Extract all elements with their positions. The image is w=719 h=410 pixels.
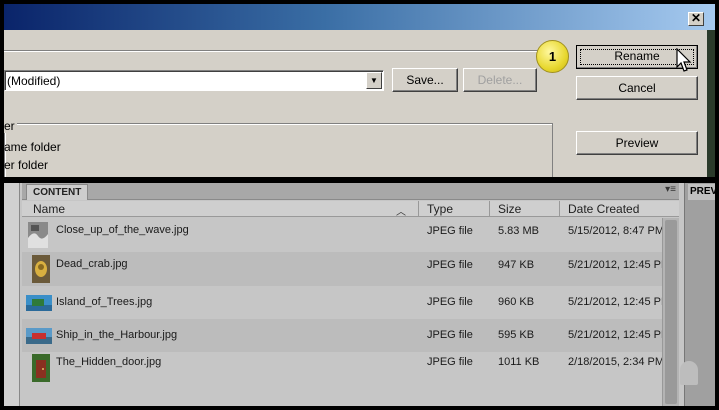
thumbnail-crab xyxy=(32,255,50,283)
table-row[interactable]: Close_up_of_the_wave.jpg JPEG file 5.83 … xyxy=(22,218,665,252)
sort-ascending-icon[interactable]: ︿ xyxy=(396,203,406,218)
column-divider xyxy=(559,201,560,217)
left-panel-strip xyxy=(4,183,20,406)
dropdown-arrow-icon[interactable]: ▼ xyxy=(366,72,382,89)
groupbox-label: er xyxy=(4,119,17,133)
option-folder[interactable]: folder xyxy=(4,176,34,177)
column-divider xyxy=(418,201,419,217)
option-same-folder[interactable]: ame folder xyxy=(4,140,61,154)
thumbnail-door xyxy=(32,354,50,382)
scrollbar-thumb[interactable] xyxy=(665,220,677,404)
rename-dialog: ✕ (Modified) ▼ Save... Delete... 1 Renam… xyxy=(4,4,715,177)
delete-preset-button[interactable]: Delete... xyxy=(463,68,537,92)
save-preset-button[interactable]: Save... xyxy=(392,68,458,92)
file-name: Dead_crab.jpg xyxy=(56,258,128,270)
panel-menu-icon[interactable]: ▾≡ xyxy=(665,184,676,195)
file-size: 5.83 MB xyxy=(498,225,539,237)
vertical-scrollbar[interactable] xyxy=(662,218,679,406)
tab-preview[interactable]: PREVI xyxy=(688,184,715,200)
file-size: 1011 KB xyxy=(498,356,540,368)
column-type[interactable]: Type xyxy=(427,202,453,216)
step-badge: 1 xyxy=(536,40,569,73)
file-date: 2/18/2015, 2:34 PM xyxy=(568,356,665,368)
column-name[interactable]: Name xyxy=(33,202,65,216)
file-name: The_Hidden_door.jpg xyxy=(56,356,162,368)
thumbnail-wave xyxy=(28,222,48,248)
table-row[interactable]: The_Hidden_door.jpg JPEG file 1011 KB 2/… xyxy=(22,352,665,386)
column-date[interactable]: Date Created xyxy=(568,202,639,216)
file-name: Close_up_of_the_wave.jpg xyxy=(56,224,189,236)
background-strip xyxy=(707,30,715,177)
option-other-folder[interactable]: er folder xyxy=(4,158,48,172)
rename-button-label: Rename xyxy=(614,49,660,63)
preset-dropdown[interactable]: (Modified) ▼ xyxy=(4,70,384,91)
close-icon: ✕ xyxy=(690,11,702,25)
preset-value: (Modified) xyxy=(7,74,61,88)
separator xyxy=(4,50,564,52)
placeholder-icon xyxy=(680,361,698,385)
column-header: Name ︿ Type Size Date Created xyxy=(22,201,679,218)
preview-button[interactable]: Preview xyxy=(576,131,698,155)
file-size: 947 KB xyxy=(498,259,535,271)
file-date: 5/21/2012, 12:45 PM xyxy=(568,259,671,271)
file-size: 595 KB xyxy=(498,329,535,341)
dialog-titlebar[interactable] xyxy=(4,4,715,30)
table-row[interactable]: Ship_in_the_Harbour.jpg JPEG file 595 KB… xyxy=(22,319,670,352)
column-size[interactable]: Size xyxy=(498,202,521,216)
file-date: 5/21/2012, 12:45 PM xyxy=(568,329,671,341)
thumbnail-island xyxy=(26,295,52,311)
bridge-content-panel: CONTENT ▾≡ Name ︿ Type Size Date Created… xyxy=(4,183,715,406)
file-type: JPEG file xyxy=(427,356,473,368)
file-type: JPEG file xyxy=(427,296,473,308)
file-name: Island_of_Trees.jpg xyxy=(56,296,153,308)
cancel-button[interactable]: Cancel xyxy=(576,76,698,100)
file-size: 960 KB xyxy=(498,296,535,308)
tab-content[interactable]: CONTENT xyxy=(26,184,89,200)
file-type: JPEG file xyxy=(427,225,473,237)
panel-tabbar: CONTENT ▾≡ xyxy=(22,183,679,200)
close-button[interactable]: ✕ xyxy=(688,12,704,26)
mouse-pointer-icon xyxy=(676,48,692,72)
file-type: JPEG file xyxy=(427,329,473,341)
file-date: 5/21/2012, 12:45 PM xyxy=(568,296,671,308)
thumbnail-ship xyxy=(26,328,52,344)
table-row[interactable]: Island_of_Trees.jpg JPEG file 960 KB 5/2… xyxy=(22,286,670,319)
table-row[interactable]: Dead_crab.jpg JPEG file 947 KB 5/21/2012… xyxy=(22,252,670,286)
file-list: Close_up_of_the_wave.jpg JPEG file 5.83 … xyxy=(22,218,670,406)
file-type: JPEG file xyxy=(427,259,473,271)
column-divider xyxy=(489,201,490,217)
file-date: 5/15/2012, 8:47 PM xyxy=(568,225,665,237)
destination-groupbox xyxy=(4,123,553,177)
file-name: Ship_in_the_Harbour.jpg xyxy=(56,329,178,341)
